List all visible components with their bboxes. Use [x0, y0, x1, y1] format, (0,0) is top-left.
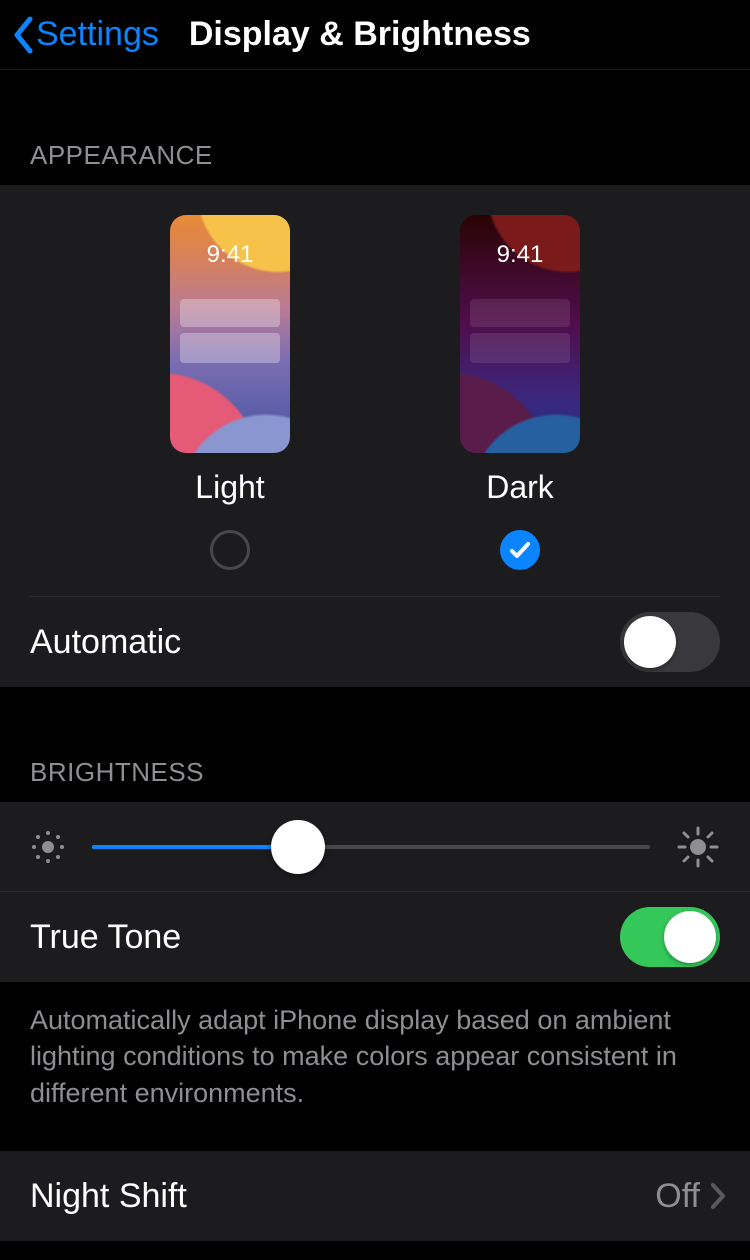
- preview-widget: [470, 299, 570, 327]
- true-tone-row: True Tone: [0, 892, 750, 982]
- dark-label: Dark: [486, 469, 554, 506]
- appearance-row: 9:41 Light 9:41 Dark: [30, 185, 720, 597]
- appearance-section-header: Appearance: [0, 70, 750, 185]
- night-shift-label: Night Shift: [30, 1177, 187, 1216]
- automatic-toggle[interactable]: [620, 612, 720, 672]
- chevron-left-icon: [12, 16, 34, 54]
- automatic-row: Automatic: [0, 597, 750, 687]
- checkmark-icon: [508, 538, 532, 562]
- chevron-right-icon: [710, 1182, 726, 1210]
- sun-max-icon: [676, 825, 720, 869]
- night-shift-row[interactable]: Night Shift Off: [0, 1151, 750, 1241]
- toggle-knob: [664, 911, 716, 963]
- true-tone-footer: Automatically adapt iPhone display based…: [0, 982, 750, 1151]
- toggle-knob: [624, 616, 676, 668]
- slider-fill: [92, 845, 298, 849]
- brightness-slider[interactable]: [92, 845, 650, 849]
- back-button[interactable]: Settings: [12, 15, 159, 54]
- preview-widget: [470, 333, 570, 363]
- dark-radio[interactable]: [500, 530, 540, 570]
- sun-min-icon: [30, 829, 66, 865]
- light-radio[interactable]: [210, 530, 250, 570]
- brightness-section-header: Brightness: [0, 687, 750, 802]
- light-preview: 9:41: [170, 215, 290, 453]
- appearance-group: 9:41 Light 9:41 Dark Automatic: [0, 185, 750, 687]
- preview-time: 9:41: [170, 241, 290, 269]
- brightness-group: True Tone: [0, 802, 750, 982]
- appearance-option-light[interactable]: 9:41 Light: [170, 215, 290, 570]
- slider-thumb[interactable]: [271, 820, 325, 874]
- true-tone-label: True Tone: [30, 918, 181, 957]
- night-shift-value: Off: [655, 1177, 700, 1216]
- back-label: Settings: [36, 15, 159, 54]
- automatic-label: Automatic: [30, 623, 181, 662]
- brightness-slider-row: [0, 802, 750, 892]
- preview-time: 9:41: [460, 241, 580, 269]
- navigation-bar: Settings Display & Brightness: [0, 0, 750, 70]
- preview-widget: [180, 299, 280, 327]
- dark-preview: 9:41: [460, 215, 580, 453]
- light-label: Light: [195, 469, 264, 506]
- page-title: Display & Brightness: [189, 15, 531, 54]
- appearance-option-dark[interactable]: 9:41 Dark: [460, 215, 580, 570]
- true-tone-toggle[interactable]: [620, 907, 720, 967]
- preview-widget: [180, 333, 280, 363]
